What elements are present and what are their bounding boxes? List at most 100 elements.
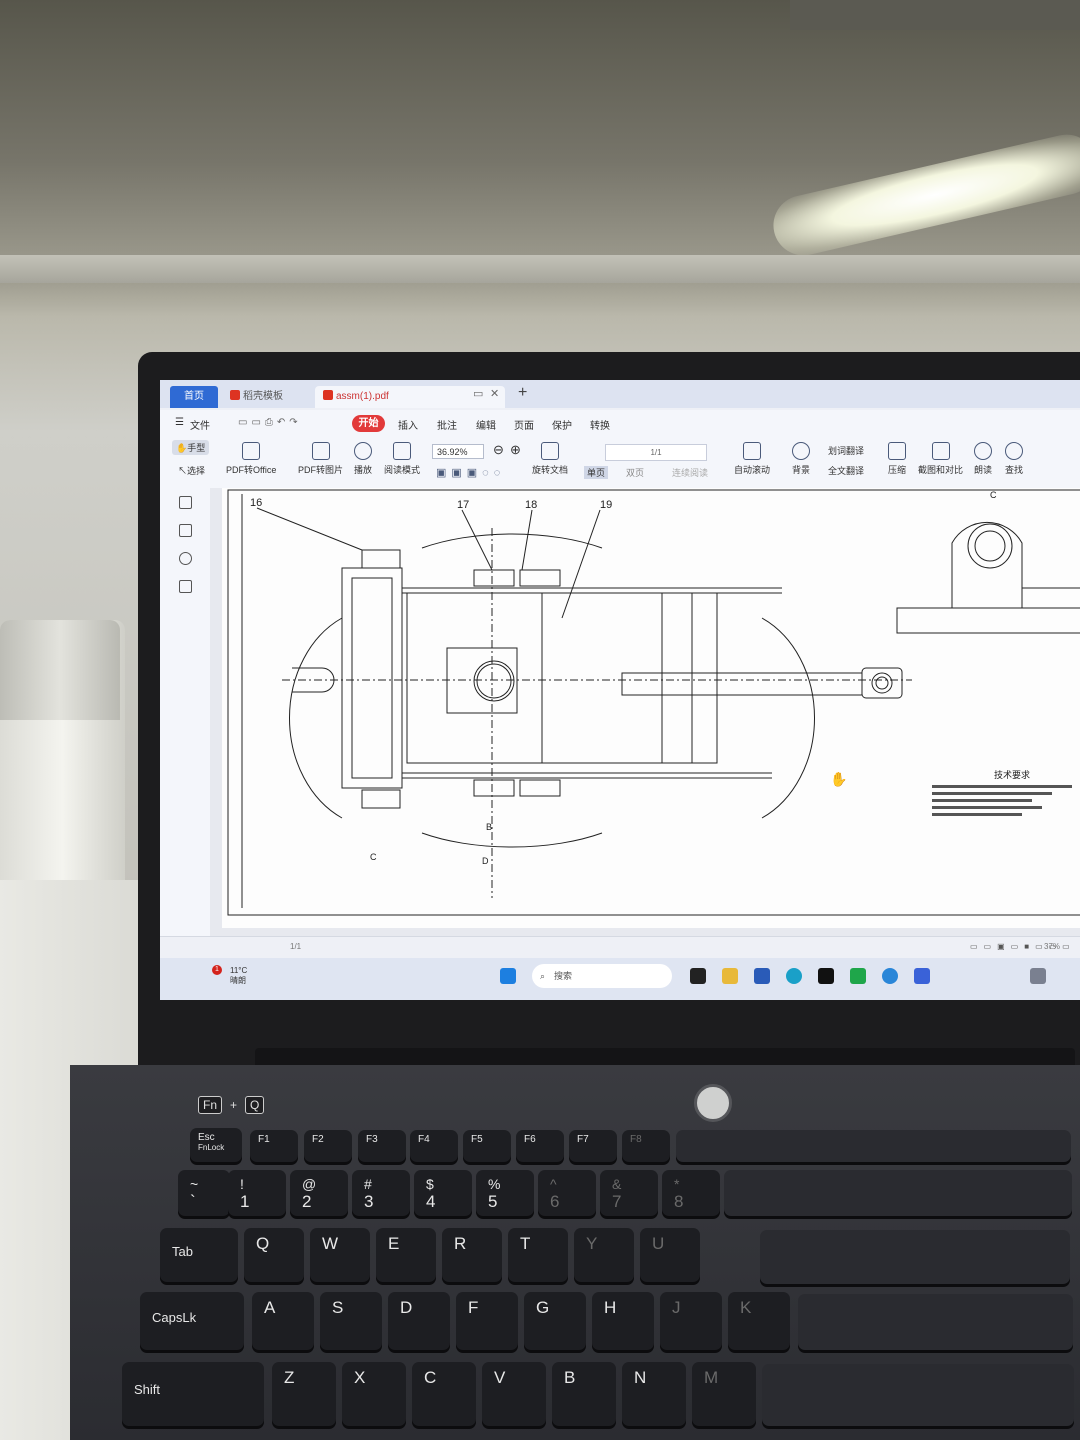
taskbar-search[interactable]: ⌕ 搜索: [532, 964, 672, 988]
key-h[interactable]: H: [592, 1292, 654, 1350]
key-c[interactable]: C: [412, 1362, 476, 1426]
screenshot-compare-button[interactable]: 截图和对比: [918, 442, 963, 476]
key-k[interactable]: K: [728, 1292, 790, 1350]
play-button[interactable]: 播放: [354, 442, 372, 476]
key-f1[interactable]: F1: [250, 1130, 298, 1162]
edge-icon[interactable]: [786, 968, 802, 984]
file-explorer-icon[interactable]: [722, 968, 738, 984]
background-button[interactable]: 背景: [792, 442, 810, 476]
key-7[interactable]: & 7: [600, 1170, 658, 1216]
app-icon[interactable]: [818, 968, 834, 984]
pdf-to-office-button[interactable]: PDF转Office: [226, 442, 276, 476]
key-v[interactable]: V: [482, 1362, 546, 1426]
menu-edit[interactable]: 编辑: [476, 417, 496, 432]
status-page[interactable]: 1/1: [290, 942, 301, 951]
key-r[interactable]: R: [442, 1228, 502, 1282]
key-f7[interactable]: F7: [569, 1130, 617, 1162]
key-a[interactable]: A: [252, 1292, 314, 1350]
menu-insert[interactable]: 插入: [398, 417, 418, 432]
key-4[interactable]: $4: [414, 1170, 472, 1216]
tab-templates[interactable]: 稻壳模板: [230, 386, 310, 408]
attachment-icon[interactable]: [179, 552, 192, 565]
key-8[interactable]: * 8: [662, 1170, 720, 1216]
wechat-icon[interactable]: [850, 968, 866, 984]
browser-icon[interactable]: [882, 968, 898, 984]
system-tray-icon[interactable]: [1030, 968, 1046, 984]
new-tab-button[interactable]: +: [518, 384, 527, 402]
key-d[interactable]: D: [388, 1292, 450, 1350]
tab-home[interactable]: 首页: [170, 386, 218, 408]
key-g[interactable]: G: [524, 1292, 586, 1350]
continuous-read-button[interactable]: 连续阅读: [672, 466, 708, 479]
key-x[interactable]: X: [342, 1362, 406, 1426]
key-6[interactable]: ^ 6: [538, 1170, 596, 1216]
key-f4[interactable]: F4: [410, 1130, 458, 1162]
key-tab[interactable]: Tab: [160, 1228, 238, 1282]
zoom-in-icon[interactable]: ⊕: [510, 442, 521, 458]
key-5[interactable]: % 5: [476, 1170, 534, 1216]
key-tilde[interactable]: ~ `: [178, 1170, 230, 1216]
key-b[interactable]: B: [552, 1362, 616, 1426]
wps-icon[interactable]: [914, 968, 930, 984]
key-w[interactable]: W: [310, 1228, 370, 1282]
auto-scroll-button[interactable]: 自动滚动: [734, 442, 770, 476]
key-f2[interactable]: F2: [304, 1130, 352, 1162]
windows-start-icon[interactable]: [500, 968, 516, 984]
double-page-button[interactable]: 双页: [626, 466, 644, 479]
document-viewport[interactable]: 16 17 18 19 B C D C 技术要求 ✋: [210, 485, 1080, 936]
zoom-input[interactable]: 36.92%: [432, 444, 484, 459]
quick-access-icons[interactable]: ▭▭⎙↶↷: [238, 417, 302, 428]
read-aloud-button[interactable]: 朗读: [974, 442, 992, 476]
key-s[interactable]: S: [320, 1292, 382, 1350]
key-esc[interactable]: Esc FnLock: [190, 1128, 242, 1162]
key-u[interactable]: U: [640, 1228, 700, 1282]
find-button[interactable]: 查找: [1005, 442, 1023, 476]
page-number-input[interactable]: 1/1: [605, 444, 707, 461]
key-f5[interactable]: F5: [463, 1130, 511, 1162]
rotate-document-button[interactable]: 旋转文档: [532, 442, 568, 476]
select-tool-button[interactable]: ↖选择: [178, 464, 205, 477]
compress-button[interactable]: 压缩: [888, 442, 906, 476]
signature-icon[interactable]: [179, 580, 192, 593]
menu-file[interactable]: 文件: [190, 417, 210, 432]
menu-page[interactable]: 页面: [514, 417, 534, 432]
key-y[interactable]: Y: [574, 1228, 634, 1282]
key-f6[interactable]: F6: [516, 1130, 564, 1162]
key-3[interactable]: #3: [352, 1170, 410, 1216]
key-e[interactable]: E: [376, 1228, 436, 1282]
key-z[interactable]: Z: [272, 1362, 336, 1426]
thumbnail-icon[interactable]: [179, 524, 192, 537]
close-tab-icon[interactable]: ✕: [490, 387, 499, 400]
single-page-button[interactable]: 单页: [584, 466, 609, 479]
key-1[interactable]: ! 1: [228, 1170, 286, 1216]
bookmark-icon[interactable]: [179, 496, 192, 509]
key-n[interactable]: N: [622, 1362, 686, 1426]
zoom-out-icon[interactable]: ⊖: [493, 442, 504, 458]
status-zoom[interactable]: 37%: [1044, 942, 1060, 951]
key-q[interactable]: Q: [244, 1228, 304, 1282]
key-m[interactable]: M: [692, 1362, 756, 1426]
key-2[interactable]: @2: [290, 1170, 348, 1216]
key-f[interactable]: F: [456, 1292, 518, 1350]
power-button[interactable]: [694, 1084, 732, 1122]
hand-tool-button[interactable]: ✋手型: [172, 440, 210, 455]
read-mode-button[interactable]: 阅读模式: [384, 442, 420, 476]
menu-start[interactable]: 开始: [352, 415, 385, 432]
menu-protect[interactable]: 保护: [552, 417, 572, 432]
key-j[interactable]: J: [660, 1292, 722, 1350]
menu-convert[interactable]: 转换: [590, 417, 610, 432]
hamburger-icon[interactable]: ☰: [175, 417, 184, 428]
menu-annotate[interactable]: 批注: [437, 417, 457, 432]
key-f3[interactable]: F3: [358, 1130, 406, 1162]
key-capslock[interactable]: CapsLk: [140, 1292, 244, 1350]
weather-widget[interactable]: 11°C 晴朗: [230, 966, 247, 986]
pdf-to-image-button[interactable]: PDF转图片: [298, 442, 343, 476]
key-shift[interactable]: Shift: [122, 1362, 264, 1426]
view-fit-icons[interactable]: ▣▣▣◌◌: [436, 466, 505, 479]
store-icon[interactable]: [754, 968, 770, 984]
word-translate-button[interactable]: 划词翻译: [828, 444, 864, 457]
pin-icon[interactable]: ▭: [473, 387, 483, 400]
key-t[interactable]: T: [508, 1228, 568, 1282]
full-translate-button[interactable]: 全文翻译: [828, 464, 864, 477]
task-view-icon[interactable]: [690, 968, 706, 984]
